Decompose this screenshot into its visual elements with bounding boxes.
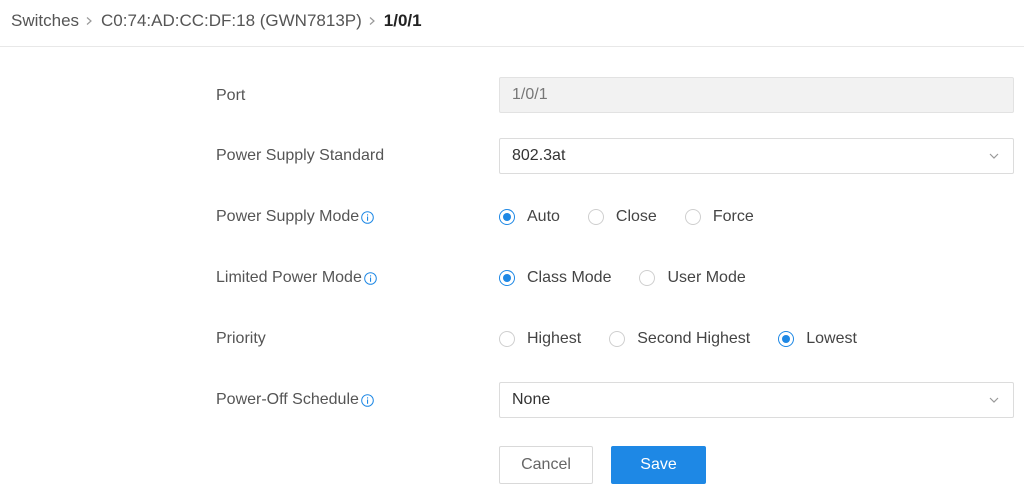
radio-label: Close (615, 208, 657, 225)
power-off-schedule-value: None (512, 391, 551, 408)
radio-label: Lowest (806, 330, 857, 347)
power-supply-standard-label: Power Supply Standard (216, 144, 384, 168)
chevron-down-icon (989, 397, 999, 403)
radio-circle[interactable] (587, 209, 604, 225)
radio-circle[interactable] (499, 331, 515, 347)
priority-label: Priority (216, 327, 266, 351)
radio-label: Highest (527, 330, 582, 347)
breadcrumb: Switches C0:74:AD:CC:DF:18 (GWN7813P) 1/… (11, 8, 422, 34)
radio-priority-highest[interactable]: Highest (499, 330, 581, 348)
radio-label: Second Highest (637, 330, 751, 347)
breadcrumb-item-switches[interactable]: Switches (11, 11, 79, 31)
priority-label-text: Priority (216, 330, 266, 347)
power-supply-mode-label: Power Supply Mode (216, 205, 374, 229)
port-value: 1/0/1 (512, 86, 548, 103)
chevron-right-icon (368, 17, 376, 25)
port-label-text: Port (216, 87, 246, 104)
power-supply-mode-label-text: Power Supply Mode (216, 208, 360, 225)
breadcrumb-current: 1/0/1 (383, 11, 422, 30)
radio-priority-second-highest[interactable]: Second Highest (609, 330, 750, 348)
info-icon[interactable] (361, 210, 374, 224)
radio-circle[interactable] (499, 209, 515, 225)
info-icon[interactable] (364, 271, 377, 285)
power-off-schedule-label-text: Power-Off Schedule (216, 391, 359, 408)
radio-priority-lowest[interactable]: Lowest (778, 330, 857, 348)
power-supply-standard-value: 802.3at (512, 147, 566, 164)
priority-radio-group: Highest Second Highest Lowest (499, 327, 885, 351)
radio-label: Auto (527, 208, 560, 225)
radio-power-supply-force[interactable]: Force (684, 208, 754, 226)
power-off-schedule-select[interactable]: None (499, 382, 1014, 418)
radio-circle[interactable] (684, 209, 701, 225)
power-supply-mode-radio-group: Auto Close Force (499, 205, 782, 229)
port-field: 1/0/1 (499, 77, 1014, 113)
limited-power-mode-label-text: Limited Power Mode (216, 269, 362, 286)
header-divider (0, 46, 1024, 47)
save-button[interactable]: Save (611, 446, 706, 484)
port-label: Port (216, 84, 245, 108)
cancel-button[interactable]: Cancel (499, 446, 593, 484)
power-supply-standard-label-text: Power Supply Standard (216, 147, 385, 164)
radio-power-supply-auto[interactable]: Auto (499, 208, 560, 226)
radio-power-supply-close[interactable]: Close (587, 208, 657, 226)
radio-user-mode[interactable]: User Mode (639, 269, 746, 287)
power-off-schedule-label: Power-Off Schedule (216, 388, 374, 412)
chevron-right-icon (85, 17, 93, 25)
radio-label: User Mode (667, 269, 746, 286)
radio-circle[interactable] (609, 331, 626, 347)
power-supply-standard-select[interactable]: 802.3at (499, 138, 1014, 174)
radio-label: Class Mode (527, 269, 612, 286)
radio-class-mode[interactable]: Class Mode (499, 269, 611, 287)
limited-power-mode-label: Limited Power Mode (216, 266, 377, 290)
info-icon[interactable] (361, 393, 374, 407)
limited-power-mode-radio-group: Class Mode User Mode (499, 266, 774, 290)
radio-circle[interactable] (499, 270, 515, 286)
breadcrumb-item-device[interactable]: C0:74:AD:CC:DF:18 (GWN7813P) (101, 11, 362, 31)
radio-circle[interactable] (778, 331, 795, 347)
radio-circle[interactable] (639, 270, 656, 286)
chevron-down-icon (989, 153, 999, 159)
radio-label: Force (712, 208, 754, 225)
